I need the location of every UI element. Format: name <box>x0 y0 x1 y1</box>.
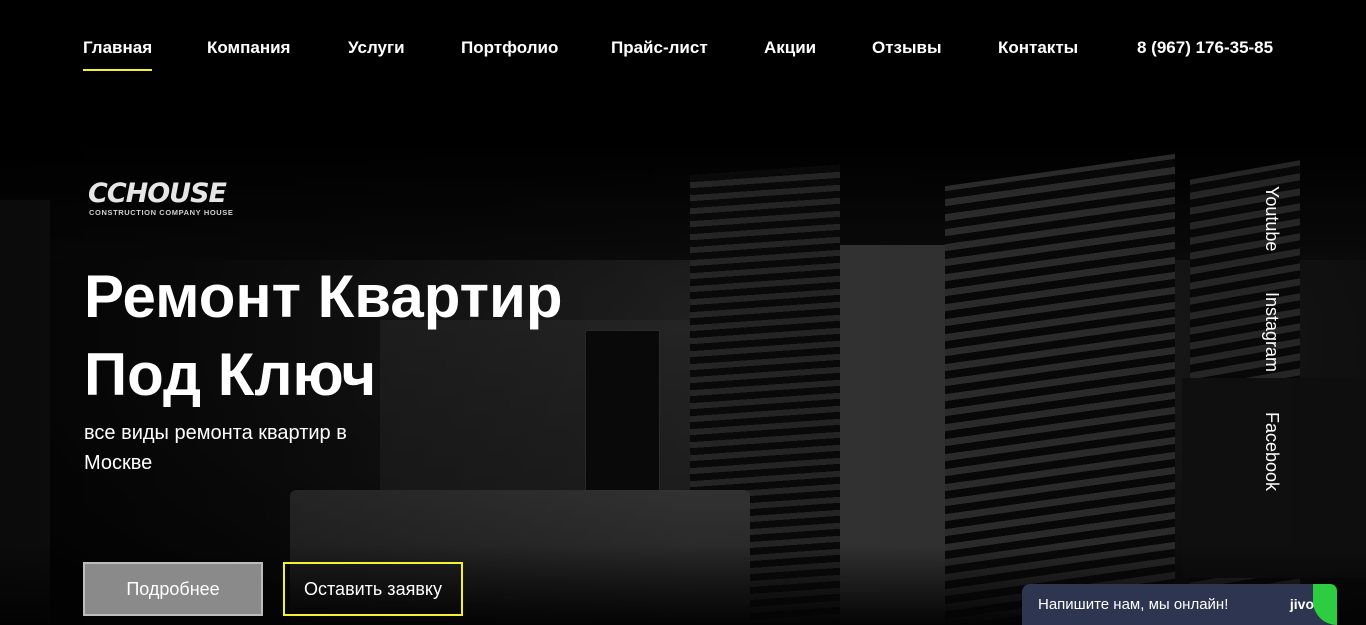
social-link-instagram[interactable]: Instagram <box>1258 292 1282 372</box>
company-logo[interactable]: CCHOUSE CONSTRUCTION COMPANY HOUSE <box>88 178 278 220</box>
nav-item-price-list[interactable]: Прайс-лист <box>611 38 708 58</box>
leave-request-button[interactable]: Оставить заявку <box>283 562 463 616</box>
hero-subtitle: все виды ремонта квартир в Москве <box>84 422 347 474</box>
hero-title: Ремонт Квартир Под Ключ <box>84 258 563 414</box>
jivo-logo: jivo <box>1289 596 1314 612</box>
social-link-youtube[interactable]: Youtube <box>1258 186 1282 251</box>
logo-brand-text: CCHOUSE <box>88 178 227 209</box>
social-link-facebook[interactable]: Facebook <box>1258 412 1282 491</box>
nav-item-company[interactable]: Компания <box>207 38 290 58</box>
chat-widget[interactable]: Напишите нам, мы онлайн! jivo <box>1022 584 1337 625</box>
nav-item-reviews[interactable]: Отзывы <box>872 38 942 58</box>
nav-item-portfolio[interactable]: Портфолио <box>461 38 558 58</box>
hero-title-line-1: Ремонт Квартир <box>84 263 563 330</box>
more-details-button[interactable]: Подробнее <box>83 562 263 616</box>
nav-item-home[interactable]: Главная <box>83 38 153 71</box>
chat-widget-message: Напишите нам, мы онлайн! <box>1038 596 1229 613</box>
main-navigation: Главная Компания Услуги Портфолио Прайс-… <box>0 0 1366 95</box>
nav-item-contacts[interactable]: Контакты <box>998 38 1078 58</box>
phone-number-link[interactable]: 8 (967) 176-35-85 <box>1137 38 1273 58</box>
nav-item-services[interactable]: Услуги <box>348 38 405 58</box>
nav-item-promotions[interactable]: Акции <box>764 38 816 58</box>
logo-tagline: CONSTRUCTION COMPANY HOUSE <box>89 208 234 217</box>
hero-title-line-2: Под Ключ <box>84 341 377 408</box>
chat-status-indicator <box>1313 584 1337 625</box>
